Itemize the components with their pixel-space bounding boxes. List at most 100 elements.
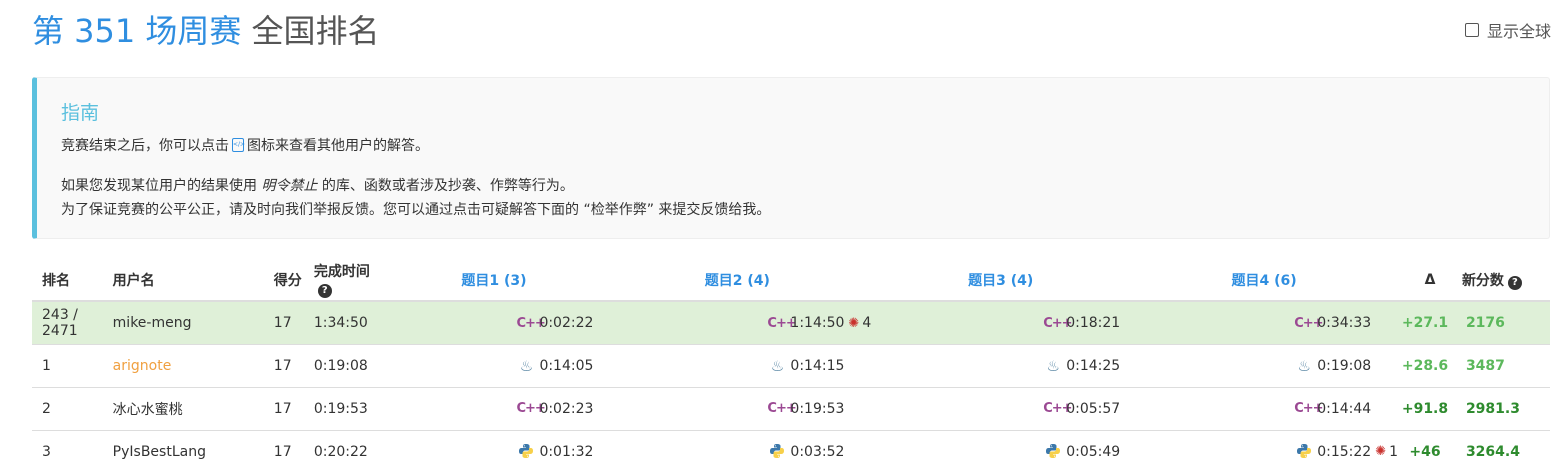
show-global-toggle[interactable]: 显示全球 xyxy=(1464,18,1551,42)
q2-cell: C++ 0:19:53 xyxy=(593,386,872,430)
header-new-rating: 新分数? xyxy=(1451,259,1550,302)
q1-cell: 0:01:32 xyxy=(384,429,594,471)
java-icon[interactable]: ♨ xyxy=(767,357,787,375)
java-icon[interactable]: ♨ xyxy=(1294,357,1314,375)
new-rating-cell: 2981.3 xyxy=(1451,386,1550,430)
header-q2[interactable]: 题目2 (4) xyxy=(593,259,872,302)
guide-title: 指南 xyxy=(61,102,100,124)
table-row[interactable]: 3 PyIsBestLang 17 0:20:22 0:01:32 0:03:52 0:05… xyxy=(32,429,1550,471)
username-link[interactable]: mike-meng xyxy=(102,300,264,344)
header-finish-time: 完成时间? xyxy=(303,259,385,302)
q4-time: 0:19:08 xyxy=(1317,357,1372,374)
bug-icon: ✺ xyxy=(848,315,860,331)
q4-cell: C++ 0:34:33 xyxy=(1120,300,1399,344)
q3-cell: ♨ 0:14:25 xyxy=(871,343,1121,387)
header-q4[interactable]: 题目4 (6) xyxy=(1120,259,1399,302)
q2-time: 1:14:50 xyxy=(790,315,845,331)
table-row[interactable]: 2 冰心水蜜桃 17 0:19:53 C++ 0:02:23 C++ 0:19:53 C++ 0:… xyxy=(32,386,1550,430)
header-new-rating-label: 新分数 xyxy=(1461,272,1504,289)
delta-cell: +91.8 xyxy=(1398,386,1452,430)
q4-cell: ♨ 0:19:08 xyxy=(1120,343,1399,387)
q3-time: 0:05:57 xyxy=(1066,400,1121,417)
table-row[interactable]: 1 arignote 17 0:19:08 ♨ 0:14:05 ♨ 0:14:15 ♨ 0:14:… xyxy=(32,343,1550,387)
guide-line-2-text-a: 如果您发现某位用户的结果使用 xyxy=(61,178,257,194)
rank-cell: 2 xyxy=(32,386,103,430)
guide-line-2-emphasis: 明令禁止 xyxy=(261,178,318,194)
show-global-label: 显示全球 xyxy=(1486,22,1551,41)
q1-cell: ♨ 0:14:05 xyxy=(384,343,594,387)
q3-time: 0:05:49 xyxy=(1066,443,1121,460)
cpp-icon[interactable]: C++ xyxy=(767,401,796,416)
header-q3[interactable]: 题目3 (4) xyxy=(871,259,1121,302)
bug-count: 4 xyxy=(862,315,872,331)
score-cell: 17 xyxy=(263,300,304,344)
score-cell: 17 xyxy=(263,386,304,430)
guide-line-1-text-a: 竞赛结束之后，你可以点击 xyxy=(61,138,229,154)
python-icon[interactable] xyxy=(516,443,536,460)
q1-time: 0:02:22 xyxy=(539,315,594,331)
new-rating-cell: 3264.4 xyxy=(1451,429,1550,471)
cpp-icon[interactable]: C++ xyxy=(1043,401,1072,416)
username-link[interactable]: arignote xyxy=(102,343,264,387)
q1-time: 0:02:23 xyxy=(539,400,594,417)
rank-cell: 243 / 2471 xyxy=(32,300,103,344)
q1-cell: C++ 0:02:22 xyxy=(384,300,594,344)
q4-time: 0:34:33 xyxy=(1317,315,1372,331)
bug-icon: ✺ xyxy=(1375,444,1387,460)
q2-time: 0:19:53 xyxy=(790,400,845,417)
header-finish-time-label: 完成时间 xyxy=(313,264,370,280)
table-row[interactable]: 243 / 2471 mike-meng 17 1:34:50 C++ 0:02:22 C+… xyxy=(32,300,1550,344)
score-cell: 17 xyxy=(263,429,304,471)
q4-time: 0:15:22 xyxy=(1317,443,1372,460)
python-icon[interactable] xyxy=(767,443,787,460)
q3-time: 0:18:21 xyxy=(1066,315,1121,331)
cpp-icon[interactable]: C++ xyxy=(767,316,796,331)
username-link[interactable]: PyIsBestLang xyxy=(102,429,264,471)
q3-cell: C++ 0:05:57 xyxy=(871,386,1121,430)
delta-cell: +46 xyxy=(1398,429,1452,471)
username-link[interactable]: 冰心水蜜桃 xyxy=(102,386,264,430)
q2-cell: 0:03:52 xyxy=(593,429,872,471)
finish-time-cell: 0:20:22 xyxy=(303,429,385,471)
q2-cell: C++ 1:14:50 ✺ 4 xyxy=(593,300,872,344)
cpp-icon[interactable]: C++ xyxy=(1043,316,1072,331)
delta-cell: +28.6 xyxy=(1398,343,1452,387)
finish-time-cell: 0:19:08 xyxy=(303,343,385,387)
header-username: 用户名 xyxy=(102,259,264,302)
q1-cell: C++ 0:02:23 xyxy=(384,386,594,430)
finish-time-cell: 1:34:50 xyxy=(303,300,385,344)
q3-cell: 0:05:49 xyxy=(871,429,1121,471)
python-icon[interactable] xyxy=(1043,443,1063,460)
cpp-icon[interactable]: C++ xyxy=(516,401,545,416)
page-header: 第 351 场周赛 全国排名 xyxy=(32,6,379,54)
guide-line-3: 为了保证竞赛的公平公正，请及时向我们举报反馈。您可以通过点击可疑解答下面的 “检… xyxy=(61,202,771,218)
info-icon[interactable]: ? xyxy=(317,284,332,298)
java-icon[interactable]: ♨ xyxy=(516,357,536,375)
new-rating-cell: 3487 xyxy=(1451,343,1550,387)
q3-cell: C++ 0:18:21 xyxy=(871,300,1121,344)
cpp-icon[interactable]: C++ xyxy=(1294,316,1323,331)
header-rank: 排名 xyxy=(32,259,103,302)
q4-cell: 0:15:22 ✺ 1 xyxy=(1120,429,1399,471)
info-icon[interactable]: ? xyxy=(1507,275,1522,290)
checkbox-icon[interactable] xyxy=(1464,23,1479,37)
new-rating-cell: 2176 xyxy=(1451,300,1550,344)
table-header-row: 排名 用户名 得分 完成时间? 题目1 (3) 题目2 (4) 题目3 (4) … xyxy=(32,259,1550,302)
cpp-icon[interactable]: C++ xyxy=(516,316,545,331)
python-icon[interactable] xyxy=(1294,443,1314,460)
cpp-icon[interactable]: C++ xyxy=(1294,401,1323,416)
score-cell: 17 xyxy=(263,343,304,387)
q3-time: 0:14:25 xyxy=(1066,357,1121,374)
q4-cell: C++ 0:14:44 xyxy=(1120,386,1399,430)
rank-cell: 3 xyxy=(32,429,103,471)
q4-time: 0:14:44 xyxy=(1317,400,1372,417)
q2-cell: ♨ 0:14:15 xyxy=(593,343,872,387)
header-q1[interactable]: 题目1 (3) xyxy=(384,259,594,302)
q2-time: 0:03:52 xyxy=(790,443,845,460)
guide-line-2: 如果您发现某位用户的结果使用 明令禁止 的库、函数或者涉及抄袭、作弊等行为。 xyxy=(61,175,574,195)
guide-line-1-text-b: 图标来查看其他用户的解答。 xyxy=(247,138,429,154)
rank-title: 全国排名 xyxy=(251,12,380,50)
q2-time: 0:14:15 xyxy=(790,357,845,374)
delta-cell: +27.1 xyxy=(1398,300,1452,344)
java-icon[interactable]: ♨ xyxy=(1043,357,1063,375)
